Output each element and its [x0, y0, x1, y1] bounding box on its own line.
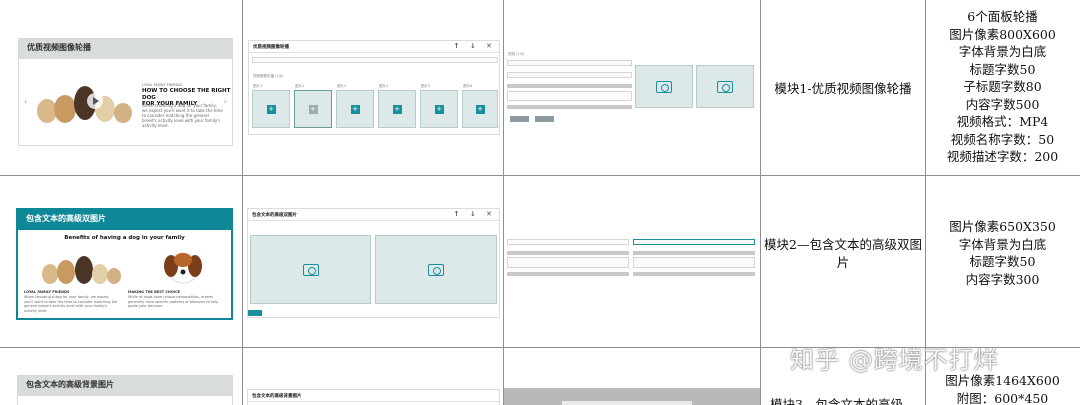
- carousel-dots[interactable]: [117, 137, 137, 141]
- admin-panel-title: 优质视频图像轮播: [253, 45, 289, 50]
- add-icon: +: [308, 104, 318, 114]
- preview-card-background-image: 包含文本的高级背景图片: [17, 375, 233, 405]
- dog-group-image: [42, 256, 121, 284]
- tile-label: 图片2: [295, 84, 305, 88]
- row-divider: [0, 175, 1080, 176]
- add-icon: +: [475, 104, 485, 114]
- add-icon: +: [392, 104, 402, 114]
- camera-icon: [302, 263, 319, 276]
- editor-form-carousel: 视频 (1/6): [505, 48, 758, 128]
- spec-line: 子标题字数80: [963, 79, 1042, 94]
- admin-panel-carousel: 优质视频图像轮播 ↑ ↓ ✕ 视频图像轮播 (1/6) 图片1 图片2 图片3 …: [248, 40, 500, 135]
- editor-body-field[interactable]: [507, 91, 632, 101]
- editor-title-field-right[interactable]: [633, 239, 755, 245]
- dog-group-image: [37, 86, 132, 123]
- editor-preview-strip: [562, 401, 692, 405]
- editor-toolbar-left[interactable]: [507, 272, 629, 276]
- add-icon: +: [350, 104, 360, 114]
- camera-icon: [428, 263, 444, 276]
- spec-line: 视频名称字数：50: [950, 131, 1055, 147]
- preview-card-carousel: 优质视频图像轮播 ‹ › LOYAL FAMILY FRIENDS HOW TO…: [18, 38, 233, 146]
- spec-line: 字体背景为白底: [958, 44, 1047, 59]
- spec-line: 6个面板轮播: [967, 9, 1038, 24]
- tile-label: 图片1: [253, 84, 263, 88]
- admin-panel-title: 包含文本的高级双图片: [252, 213, 297, 218]
- image-upload-tile[interactable]: +: [336, 90, 374, 128]
- left-body-text: When choosing a dog for your family, we …: [24, 295, 118, 313]
- panel-save-button[interactable]: [248, 310, 262, 316]
- editor-form-background-image: [504, 388, 760, 405]
- image-upload-tile-right[interactable]: [375, 235, 497, 304]
- panel-move-close-controls[interactable]: ↑ ↓ ✕: [454, 42, 496, 50]
- editor-subtitle-field[interactable]: [507, 72, 632, 78]
- image-upload-tile[interactable]: +: [420, 90, 458, 128]
- module-name: 模块3—包含文本的高级: [770, 397, 903, 405]
- column-divider: [242, 0, 243, 405]
- admin-panel-title: 包含文本的高级背景图片: [252, 394, 302, 399]
- editor-title-field[interactable]: [507, 60, 632, 66]
- spec-line: 标题字数50: [969, 254, 1036, 269]
- editor-button[interactable]: [535, 116, 554, 122]
- add-icon: +: [266, 104, 276, 114]
- preview-body-text: When choosing a dog for your family, we …: [142, 103, 223, 128]
- spec-line: 附图：600*450: [956, 390, 1049, 405]
- spec-line: 图片像素800X600: [949, 26, 1056, 42]
- image-upload-tile[interactable]: +: [462, 90, 498, 128]
- column-divider: [503, 0, 504, 405]
- module-name: 模块2—包含文本的高级双图片: [764, 237, 922, 270]
- spec-line: 内容字数300: [965, 271, 1040, 287]
- editor-toolbar-right[interactable]: [633, 251, 755, 255]
- editor-body-field-right[interactable]: [633, 257, 755, 268]
- spec-line: 标题字数50: [969, 61, 1036, 77]
- image-upload-tile[interactable]: +: [252, 90, 290, 128]
- image-icon: [717, 80, 733, 93]
- image-upload-tile[interactable]: +: [378, 90, 416, 128]
- spec-line: 视频描述字数：200: [946, 149, 1059, 164]
- preview-card-header: 包含文本的高级双图片: [18, 210, 231, 230]
- editor-top-label: 视频 (1/6): [508, 52, 525, 56]
- preview-card-header: 包含文本的高级背景图片: [18, 376, 232, 396]
- image-upload-tile[interactable]: +: [294, 90, 332, 128]
- module-name: 模块1-优质视频图像轮播: [774, 81, 912, 96]
- camera-icon: [656, 80, 672, 93]
- editor-toolbar[interactable]: [507, 105, 632, 109]
- panel-move-close-controls[interactable]: ↑ ↓ ✕: [454, 210, 496, 218]
- preview-subheading: Benefits of having a dog in your family: [64, 235, 185, 241]
- image-upload-tile-left[interactable]: [250, 235, 371, 304]
- spec-list: 图片像素650X350 字体背景为白底 标题字数50 内容字数300: [926, 218, 1079, 288]
- right-body-text: While all dogs have unique personalities…: [128, 295, 219, 308]
- carousel-prev-arrow[interactable]: ‹: [24, 98, 27, 106]
- editor-button[interactable]: [510, 116, 529, 122]
- spec-list: 图片像素1464X600 附图：600*450: [926, 372, 1079, 405]
- thumbnail-upload-tile[interactable]: [696, 65, 754, 108]
- column-divider: [760, 0, 761, 405]
- editor-toolbar-right[interactable]: [633, 272, 755, 276]
- spec-line: 内容字数500: [965, 96, 1040, 112]
- add-icon: +: [434, 104, 444, 114]
- editor-form-double-image: [505, 236, 758, 281]
- puppy-image: [164, 252, 202, 284]
- watermark: 知乎 @跨境不打烊: [790, 346, 999, 374]
- preview-card-double-image: 包含文本的高级双图片 Benefits of having a dog in y…: [16, 208, 233, 320]
- spec-line: 图片像素650X350: [949, 219, 1056, 234]
- admin-panel-background-image: 包含文本的高级背景图片: [247, 389, 500, 405]
- preview-card-header: 优质视频图像轮播: [19, 39, 232, 59]
- editor-title-field-left[interactable]: [507, 239, 629, 245]
- tile-label: 图片4: [379, 84, 389, 88]
- admin-panel-double-image: 包含文本的高级双图片 ↑ ↓ ✕: [247, 208, 500, 318]
- editor-toolbar-left[interactable]: [507, 251, 629, 255]
- editor-toolbar[interactable]: [507, 84, 632, 88]
- tile-label: 图片3: [337, 84, 347, 88]
- tile-label: 图片6: [463, 84, 473, 88]
- tile-label: 图片5: [421, 84, 431, 88]
- admin-section-label: 视频图像轮播 (1/6): [253, 74, 284, 78]
- spec-line: 视频格式：MP4: [956, 114, 1049, 129]
- spec-list: 6个面板轮播 图片像素800X600 字体背景为白底 标题字数50 子标题字数8…: [926, 8, 1079, 166]
- editor-body-field-left[interactable]: [507, 257, 629, 268]
- spec-line: 字体背景为白底: [958, 236, 1047, 252]
- admin-text-field[interactable]: [252, 57, 498, 63]
- video-upload-tile[interactable]: [635, 65, 693, 108]
